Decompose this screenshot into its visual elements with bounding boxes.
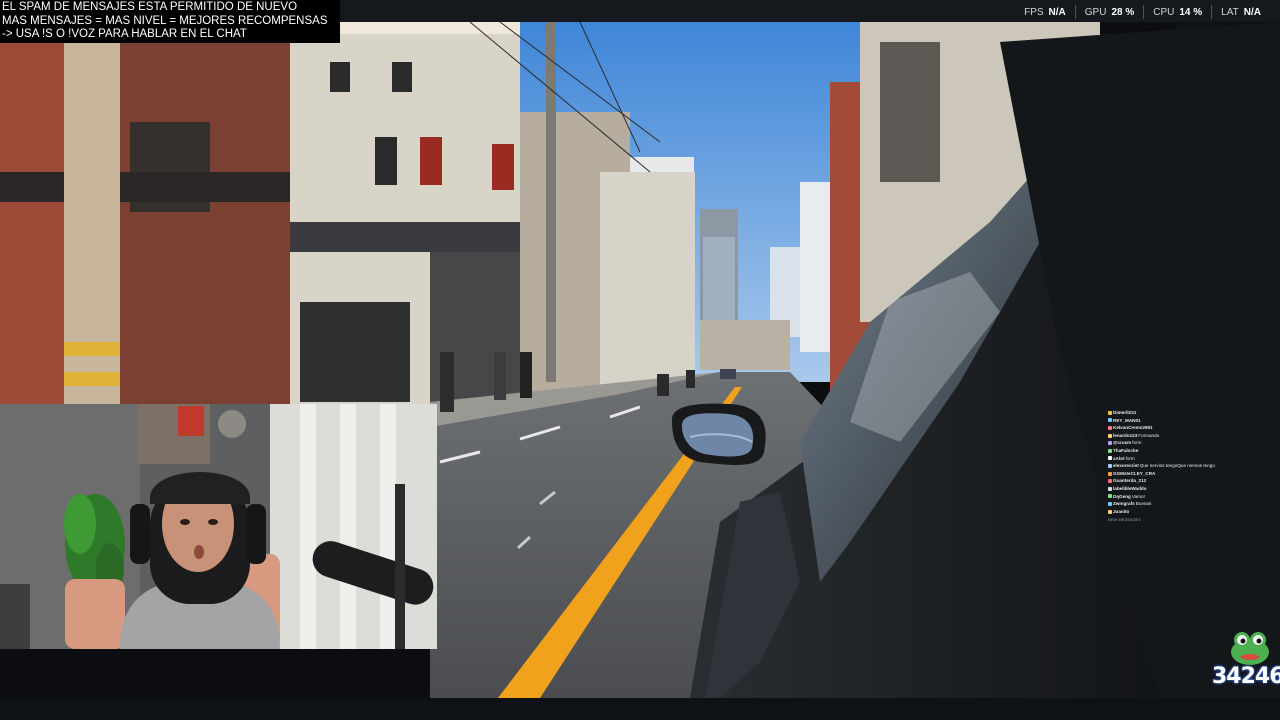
chat-badge-icon — [1108, 410, 1112, 415]
stat-fps-label: FPS — [1024, 6, 1044, 18]
chat-badge-icon — [1108, 433, 1112, 438]
chat-text: Vamo! — [1131, 493, 1145, 499]
stat-gpu: GPU 28 % — [1074, 5, 1143, 19]
follower-counter: 34246 — [1210, 628, 1280, 690]
chat-message: Dimeribt11 — [1108, 409, 1238, 417]
chat-username: elexorecrist — [1113, 463, 1139, 469]
chat-text: Que nervios tengoQue nervios tengo — [1139, 463, 1215, 469]
chat-message: @crusm form — [1108, 439, 1238, 447]
chat-text: Formando — [1138, 432, 1160, 438]
chat-overlay: Dimeribt11 REY_MAN01 KelvanCrems2991 len… — [1108, 409, 1238, 524]
stat-lat: LAT N/A — [1211, 5, 1270, 19]
webcam-feed — [0, 404, 437, 649]
chat-badge-icon — [1108, 479, 1112, 484]
chat-status: NEW MESSAGES — [1108, 517, 1141, 523]
chat-badge-icon — [1108, 441, 1112, 446]
notice-line-1: EL SPAM DE MENSAJES ESTA PERMITIDO DE NU… — [2, 1, 298, 13]
chat-text: form — [1132, 440, 1142, 446]
notice-line-3: -> USA !S O !VOZ PARA HABLAR EN EL CHAT — [2, 28, 247, 40]
chat-username: lenardo123 — [1113, 432, 1138, 438]
chat-badge-icon — [1108, 501, 1112, 506]
counter-value: 34246 — [1212, 664, 1280, 689]
stat-lat-label: LAT — [1221, 6, 1239, 18]
chat-message: elexorecrist Que nervios tengoQue nervios… — [1108, 462, 1238, 470]
chat-username: xAlot — [1113, 455, 1125, 461]
chat-message: Juanito — [1108, 508, 1238, 516]
stat-cpu: CPU 14 % — [1143, 5, 1211, 19]
chat-text: Buenas — [1135, 501, 1152, 507]
chat-username: GGMsteCLEY_CRA — [1113, 470, 1156, 476]
chat-badge-icon — [1108, 425, 1112, 430]
webcam-overlay — [0, 404, 437, 649]
chat-username: Goanterda_212 — [1113, 478, 1147, 484]
chat-username: Dimeribt11 — [1113, 410, 1137, 415]
chat-username: ThaFalsche — [1113, 447, 1139, 453]
chat-badge-icon — [1108, 471, 1112, 476]
stat-fps-value: N/A — [1048, 6, 1066, 18]
stat-cpu-value: 14 % — [1179, 6, 1203, 18]
chat-message: lenardo123 Formando — [1108, 432, 1238, 440]
stat-cpu-label: CPU — [1153, 6, 1175, 18]
chat-badge-icon — [1108, 509, 1112, 514]
chat-message: Goanterda_212 — [1108, 477, 1238, 485]
stat-fps: FPS N/A — [1015, 5, 1075, 19]
stat-gpu-value: 28 % — [1111, 6, 1135, 18]
chat-badge-icon — [1108, 486, 1112, 491]
chat-badge-icon — [1108, 494, 1112, 499]
chat-message: xAlot form — [1108, 455, 1238, 463]
chat-username: DqGeng — [1113, 493, 1131, 499]
chat-username: KelvanCrems2991 — [1113, 425, 1153, 431]
chat-badge-icon — [1108, 456, 1112, 461]
notice-line-2: MAS MENSAJES = MAS NIVEL = MEJORES RECOM… — [2, 14, 328, 27]
chat-message: REY_MAN01 — [1108, 417, 1238, 425]
chat-message: ThaFalsche — [1108, 447, 1238, 455]
chat-badge-icon — [1108, 448, 1112, 453]
chat-message: GGMsteCLEY_CRA — [1108, 470, 1238, 478]
chat-text: form — [1125, 455, 1135, 461]
chat-username: labelibleWaddo — [1113, 485, 1147, 491]
chat-username: Juanito — [1113, 508, 1130, 514]
chat-notice-overlay: EL SPAM DE MENSAJES ESTA PERMITIDO DE NU… — [0, 0, 340, 43]
chat-badge-icon — [1108, 418, 1112, 423]
chat-message: Zwmgrafs Buenas — [1108, 500, 1238, 508]
chat-message: labelibleWaddo — [1108, 485, 1238, 493]
chat-message: DqGeng Vamo! — [1108, 493, 1238, 501]
chat-username: @crusm — [1113, 440, 1132, 446]
chat-badge-icon — [1108, 463, 1112, 468]
bottom-bar — [0, 698, 1280, 720]
stat-lat-value: N/A — [1243, 6, 1261, 18]
chat-message: KelvanCrems2991 — [1108, 424, 1238, 432]
performance-stats: FPS N/A GPU 28 % CPU 14 % LAT N/A — [1015, 4, 1270, 20]
pepe-frog-icon — [1231, 632, 1269, 665]
chat-username: Zwmgrafs — [1113, 501, 1135, 507]
chat-username: REY_MAN01 — [1113, 417, 1141, 423]
stat-gpu-label: GPU — [1084, 6, 1107, 18]
